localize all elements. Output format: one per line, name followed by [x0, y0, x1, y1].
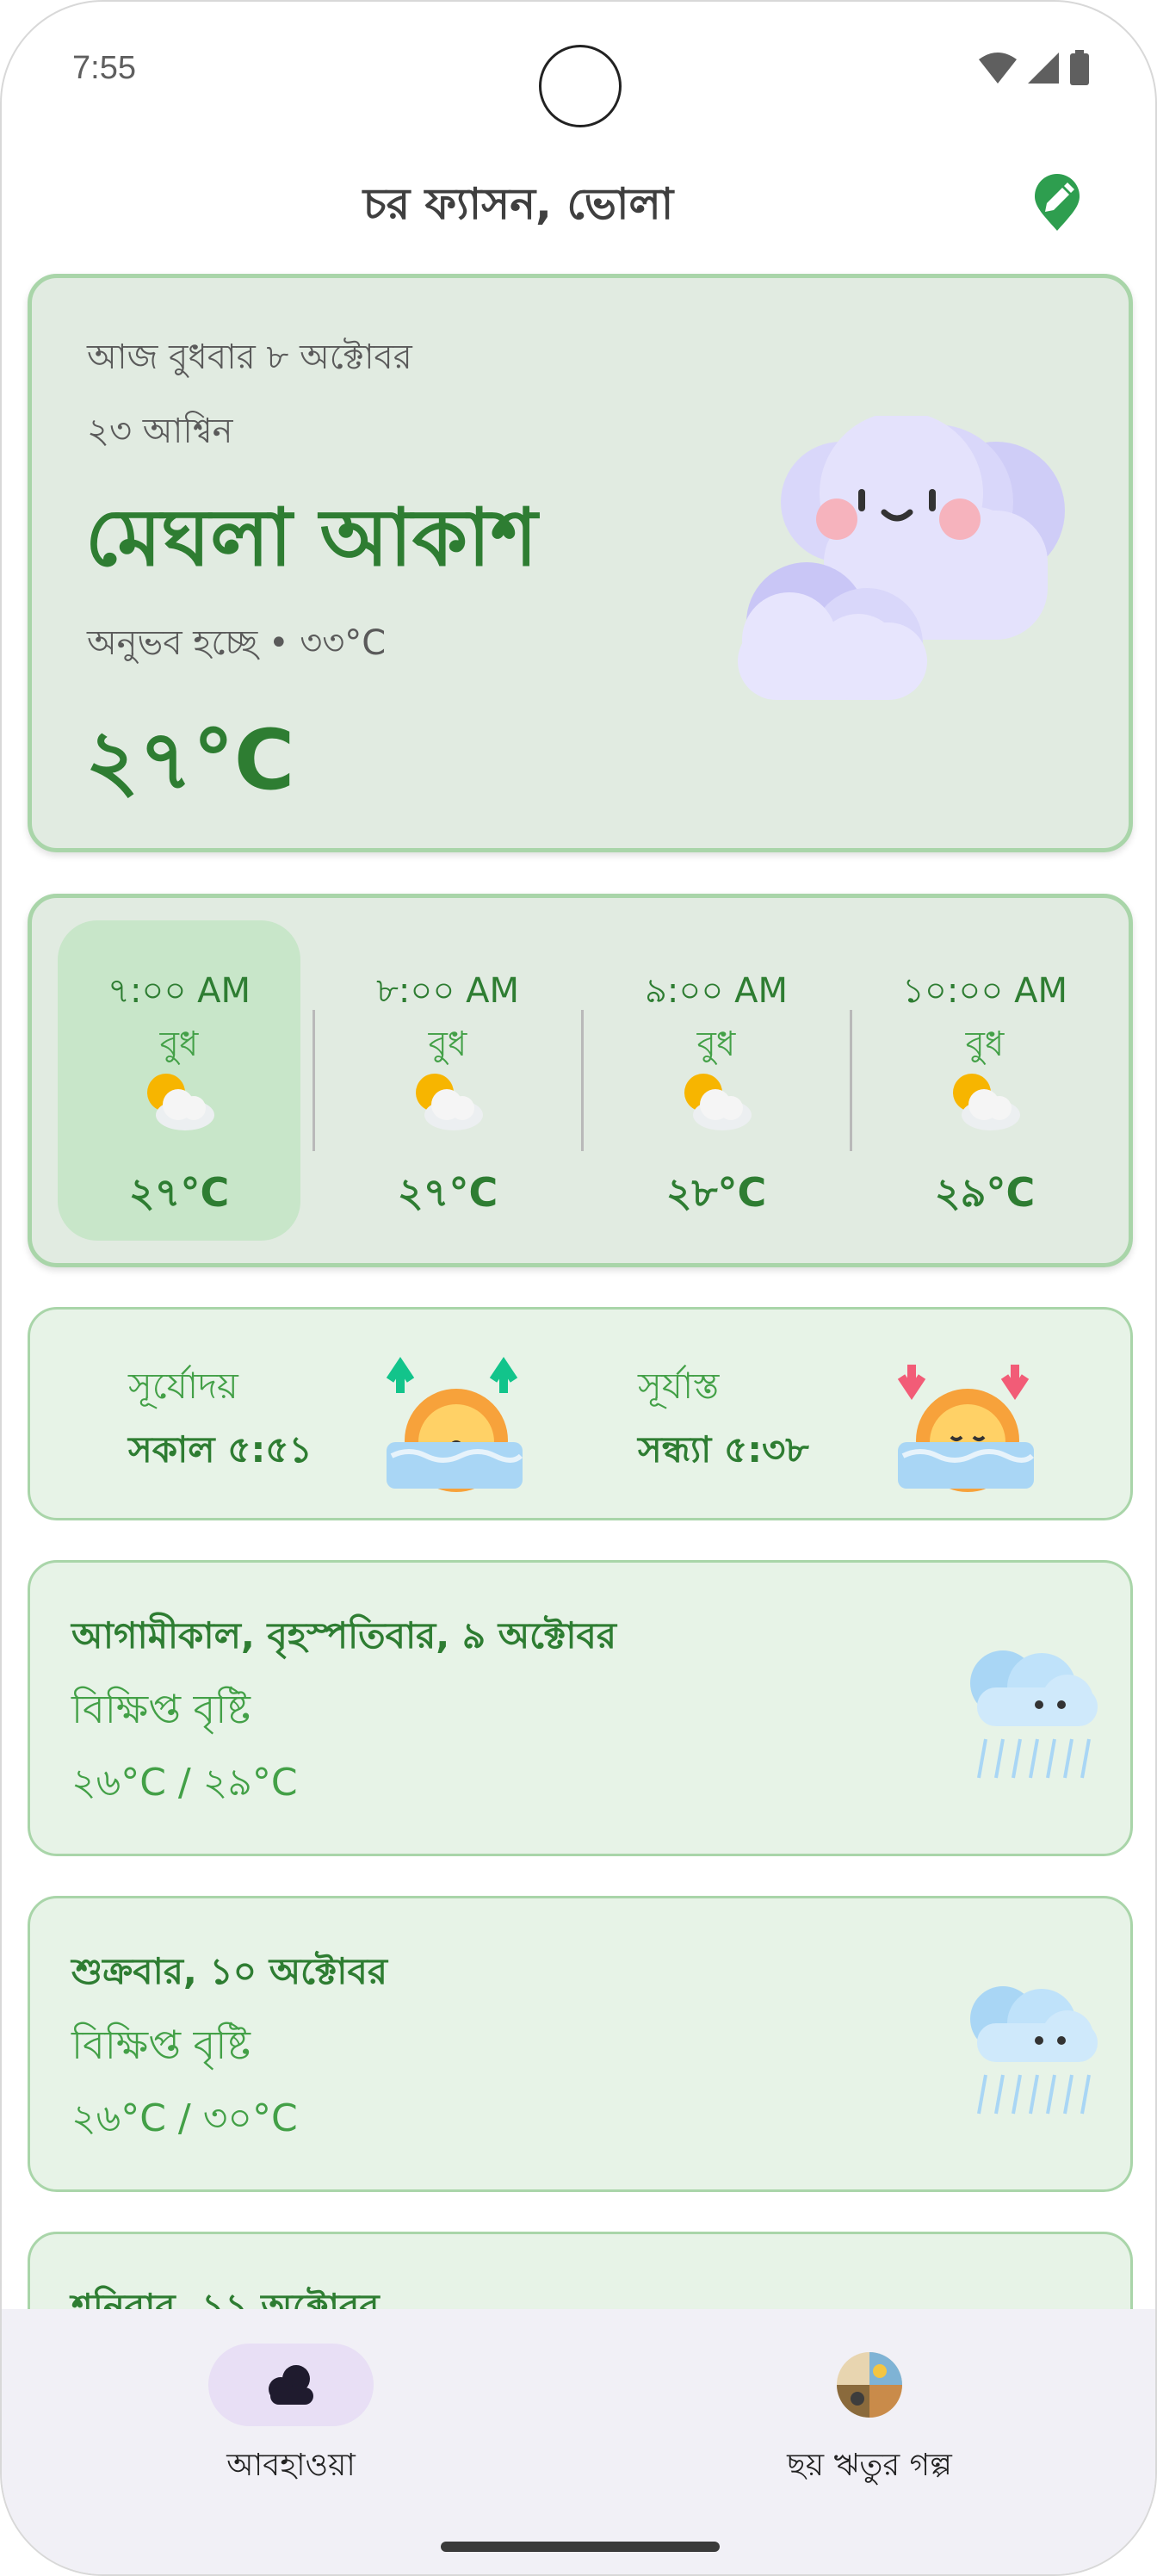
current-weather-card: আজ বুধবার ৮ অক্টোবর ২৩ আশ্বিন মেঘলা আকাশ… — [28, 274, 1133, 852]
sunset-time: সন্ধ্যা ৫:৩৮ — [638, 1428, 809, 1471]
bangla-date: ২৩ আশ্বিন — [87, 412, 233, 451]
today-date: আজ বুধবার ৮ অক্টোবর — [87, 337, 412, 377]
hour-temp: ২৭°C — [397, 1169, 498, 1216]
hour-item[interactable]: ১০:০০ AM বুধ ২৯°C — [863, 920, 1106, 1241]
sunset-icon — [897, 1365, 1035, 1492]
hour-temp: ২৭°C — [128, 1169, 230, 1216]
camera-cutout — [539, 45, 622, 127]
seasons-collage-icon — [837, 2352, 902, 2418]
hour-time: ৯:০০ AM — [644, 971, 789, 1011]
status-time: 7:55 — [72, 50, 136, 86]
forecast-temp-range: ২৬°C / ২৯°C — [71, 1761, 298, 1805]
signal-icon — [1028, 53, 1059, 84]
partly-cloudy-icon — [953, 1074, 1020, 1130]
current-temperature: ২৭°C — [85, 712, 295, 808]
forecast-title: আগামীকাল, বৃহস্পতিবার, ৯ অক্টোবর — [71, 1614, 616, 1656]
feels-like: অনুভব হচ্ছে • ৩৩°C — [87, 623, 387, 663]
forecast-title: শুক্রবার, ১০ অক্টোবর — [71, 1950, 387, 1992]
hour-divider — [581, 1010, 584, 1151]
sun-times-card: সূর্যোদয় সকাল ৫:৫১ সূর্যাস্ত সন্ধ্যা ৫:… — [28, 1307, 1133, 1520]
hour-item[interactable]: ৭:০০ AM বুধ ২৭°C — [58, 920, 300, 1241]
cloudy-character-icon — [738, 416, 1065, 700]
partly-cloudy-icon — [416, 1074, 483, 1130]
rain-cloud-icon — [970, 1986, 1098, 2115]
hour-day: বুধ — [965, 1025, 1005, 1064]
forecast-condition: বিক্ষিপ্ত বৃষ্টি — [71, 2022, 251, 2068]
hour-divider — [850, 1010, 852, 1151]
hour-day: বুধ — [428, 1025, 467, 1064]
edit-location-icon[interactable] — [1026, 172, 1088, 234]
hour-time: ৮:০০ AM — [375, 971, 520, 1011]
hour-time: ৭:০০ AM — [107, 971, 251, 1011]
bottom-navigation: আবহাওয়া ছয় ঋতুর গল্প — [2, 2309, 1155, 2574]
status-bar: 7:55 — [2, 2, 1155, 139]
wifi-icon — [979, 53, 1017, 84]
hour-time: ১০:০০ AM — [901, 971, 1068, 1011]
nav-weather[interactable]: আবহাওয়া — [119, 2344, 463, 2493]
sunrise-icon — [386, 1356, 523, 1492]
hour-day: বুধ — [696, 1025, 736, 1064]
forecast-card[interactable]: শুক্রবার, ১০ অক্টোবর বিক্ষিপ্ত বৃষ্টি ২৬… — [28, 1896, 1133, 2192]
nav-six-seasons-label: ছয় ঋতুর গল্প — [787, 2448, 952, 2483]
status-icons — [978, 50, 1090, 86]
hour-day: বুধ — [159, 1025, 199, 1064]
phone-screen: 7:55 চর ফ্যাসন, ভোলা আজ বুধবার ৮ অক্টোবর… — [0, 0, 1157, 2576]
forecast-card[interactable]: আগামীকাল, বৃহস্পতিবার, ৯ অক্টোবর বিক্ষিপ… — [28, 1560, 1133, 1856]
forecast-temp-range: ২৬°C / ৩০°C — [71, 2096, 298, 2140]
weather-condition: মেঘলা আকাশ — [85, 492, 538, 584]
cloud-icon — [269, 2365, 313, 2405]
hour-item[interactable]: ৮:০০ AM বুধ ২৭°C — [326, 920, 569, 1241]
hour-temp: ২৮°C — [665, 1169, 767, 1216]
forecast-condition: বিক্ষিপ্ত বৃষ্টি — [71, 1686, 251, 1732]
partly-cloudy-icon — [147, 1074, 214, 1130]
home-indicator[interactable] — [441, 2542, 720, 2552]
location-title: চর ফ্যাসন, ভোলা — [362, 179, 674, 229]
nav-weather-label: আবহাওয়া — [226, 2448, 356, 2483]
hour-divider — [312, 1010, 315, 1151]
nav-weather-indicator — [208, 2344, 374, 2426]
hour-item[interactable]: ৯:০০ AM বুধ ২৮°C — [595, 920, 838, 1241]
rain-cloud-icon — [970, 1650, 1098, 1779]
partly-cloudy-icon — [684, 1074, 752, 1130]
sunset-label: সূর্যাস্ত — [638, 1365, 720, 1407]
battery-icon — [1070, 50, 1089, 85]
sunrise-label: সূর্যোদয় — [128, 1365, 238, 1407]
nav-six-seasons-indicator — [787, 2344, 952, 2426]
hourly-forecast-card[interactable]: ৭:০০ AM বুধ ২৭°C ৮:০০ AM বুধ ২৭°C ৯:০০ A… — [28, 894, 1133, 1267]
sunrise-time: সকাল ৫:৫১ — [128, 1428, 312, 1471]
nav-six-seasons[interactable]: ছয় ঋতুর গল্প — [697, 2344, 1042, 2493]
hour-temp: ২৯°C — [934, 1169, 1036, 1216]
